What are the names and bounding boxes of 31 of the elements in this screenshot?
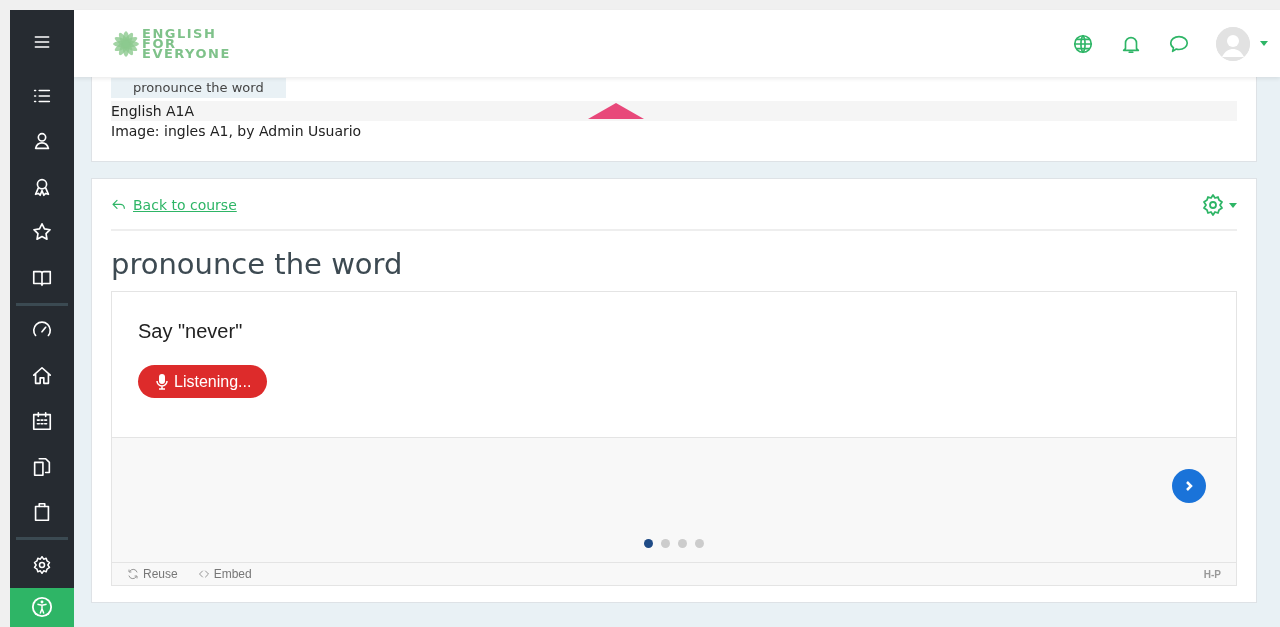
flower-logo-icon	[112, 29, 140, 58]
slide-dot[interactable]	[695, 539, 704, 548]
code-icon	[197, 568, 210, 580]
triangle-shape	[588, 103, 644, 119]
accessibility-icon	[31, 596, 53, 619]
course-name: English A1A	[111, 101, 1237, 121]
refresh-icon	[127, 568, 139, 580]
image-credit: Image: ingles A1, by Admin Usuario	[111, 122, 363, 141]
reuse-link[interactable]: Reuse	[127, 567, 178, 581]
logo-text: ENGLISH FOR EVERYONE	[142, 28, 231, 59]
chevron-right-icon	[1184, 480, 1194, 492]
activity-tag: pronounce the word	[111, 78, 286, 98]
microphone-icon	[156, 373, 168, 390]
back-link[interactable]: Back to course	[111, 197, 237, 213]
embed-link[interactable]: Embed	[197, 567, 252, 581]
home-icon[interactable]	[31, 364, 53, 387]
next-button[interactable]	[1172, 469, 1206, 503]
caret-icon[interactable]	[1260, 41, 1268, 46]
settings-icon[interactable]	[32, 554, 52, 575]
slide-dot[interactable]	[678, 539, 687, 548]
prompt-text: Say "never"	[138, 320, 244, 343]
accessibility-button[interactable]	[10, 587, 74, 627]
h5p-logo: H-P	[1203, 568, 1221, 580]
caret-icon[interactable]	[1229, 202, 1237, 208]
files-icon[interactable]	[31, 455, 53, 478]
calendar-icon[interactable]	[31, 410, 53, 433]
record-button[interactable]: Listening...	[138, 365, 268, 398]
globe-icon[interactable]	[1072, 32, 1094, 55]
slide-dot[interactable]	[661, 539, 670, 548]
page-title: pronounce the word	[111, 247, 404, 281]
slide-dot[interactable]	[644, 539, 653, 548]
